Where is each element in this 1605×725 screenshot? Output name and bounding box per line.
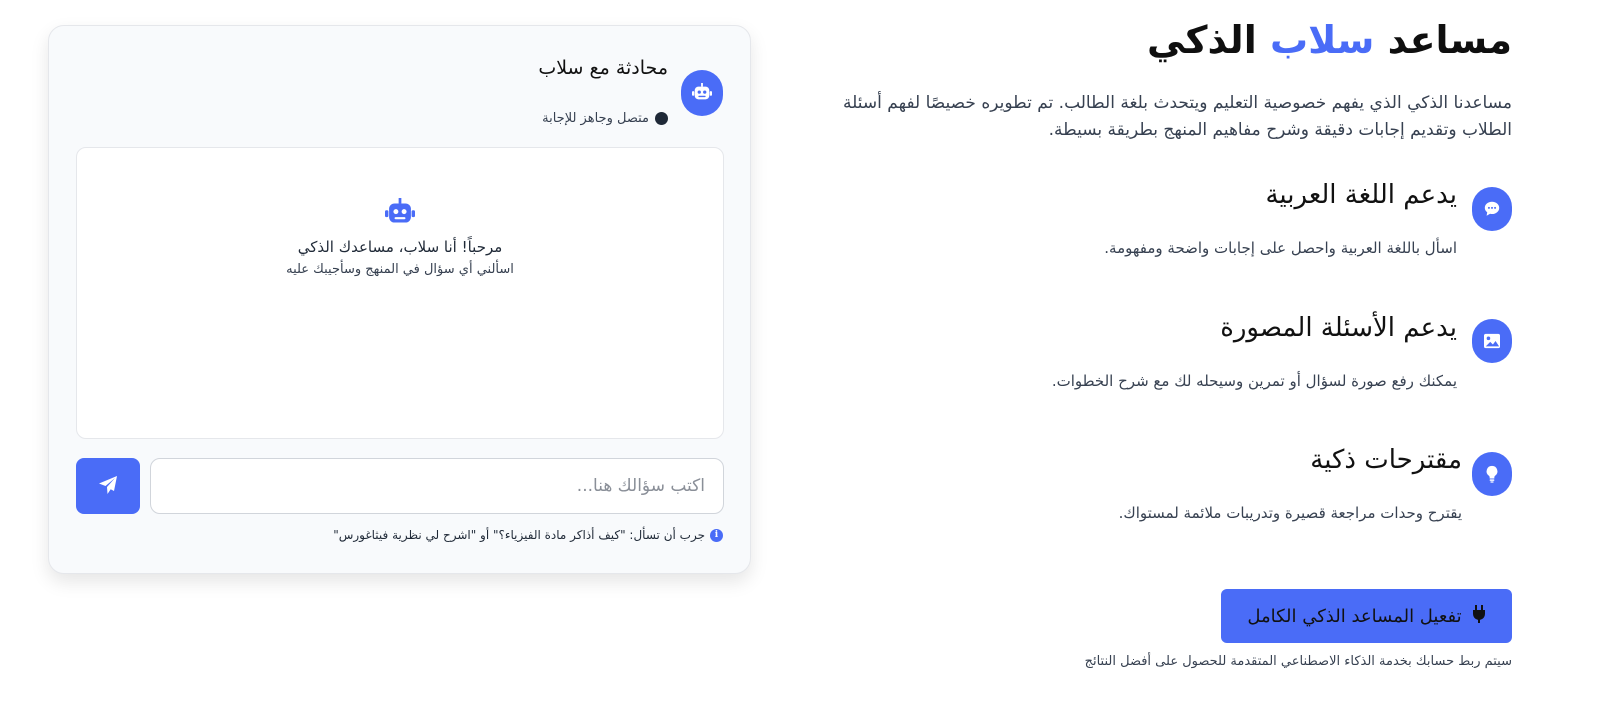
intro-paragraph: مساعدنا الذكي الذي يفهم خصوصية التعليم و… <box>843 93 1512 140</box>
title-accent: سلاب <box>1269 18 1375 62</box>
chat-title: محادثة مع سلاب <box>538 57 668 79</box>
paper-plane-icon <box>98 475 118 498</box>
title-part-2: الذكي <box>1146 18 1257 62</box>
feature-title-arabic: يدعم اللغة العربية <box>1265 180 1457 210</box>
feature-title-image-questions: يدعم الأسئلة المصورة <box>1220 313 1457 343</box>
robot-icon <box>681 70 723 116</box>
hint-text: جرب أن تسأل: "كيف أذاكر مادة الفيزياء؟" … <box>333 528 705 542</box>
activate-assistant-label: تفعيل المساعد الذكي الكامل <box>1247 605 1462 627</box>
welcome-robot-icon <box>77 198 723 232</box>
activate-assistant-button[interactable]: تفعيل المساعد الذكي الكامل <box>1221 589 1512 643</box>
welcome-greeting: مرحباً! أنا سلاب، مساعدك الذكي <box>297 238 503 256</box>
plug-icon <box>1472 604 1486 629</box>
feature-title-suggestions: مقترحات ذكية <box>1310 445 1462 475</box>
image-icon <box>1472 319 1512 363</box>
page-title: مساعد سلاب الذكي <box>1147 18 1512 62</box>
status-text: متصل وجاهز للإجابة <box>542 111 649 126</box>
feature-desc-arabic: اسأل باللغة العربية واحصل على إجابات واض… <box>1104 239 1457 257</box>
messages-area[interactable]: مرحباً! أنا سلاب، مساعدك الذكي اسألني أي… <box>76 147 724 439</box>
welcome-message: مرحباً! أنا سلاب، مساعدك الذكي اسألني أي… <box>77 198 723 277</box>
lightbulb-icon <box>1472 452 1512 496</box>
send-button[interactable] <box>76 458 140 514</box>
example-hint: i جرب أن تسأل: "كيف أذاكر مادة الفيزياء؟… <box>333 528 723 542</box>
title-part-1: مساعد <box>1387 18 1512 62</box>
info-icon: i <box>710 528 723 542</box>
cta-note: سيتم ربط حسابك بخدمة الذكاء الاصطناعي ال… <box>1084 654 1512 669</box>
connection-status: متصل وجاهز للإجابة <box>542 111 668 126</box>
feature-desc-suggestions: يقترح وحدات مراجعة قصيرة وتدريبات ملائمة… <box>1118 504 1462 522</box>
question-input[interactable] <box>150 458 724 514</box>
chat-bubble-icon <box>1472 187 1512 231</box>
welcome-subtext: اسألني أي سؤال في المنهج وسأجيبك عليه <box>286 262 514 277</box>
status-dot <box>655 112 668 125</box>
chat-card: محادثة مع سلاب متصل وجاهز للإجابة مرحباً… <box>48 25 751 574</box>
feature-desc-image-questions: يمكنك رفع صورة لسؤال أو تمرين وسيحله لك … <box>1051 372 1457 390</box>
